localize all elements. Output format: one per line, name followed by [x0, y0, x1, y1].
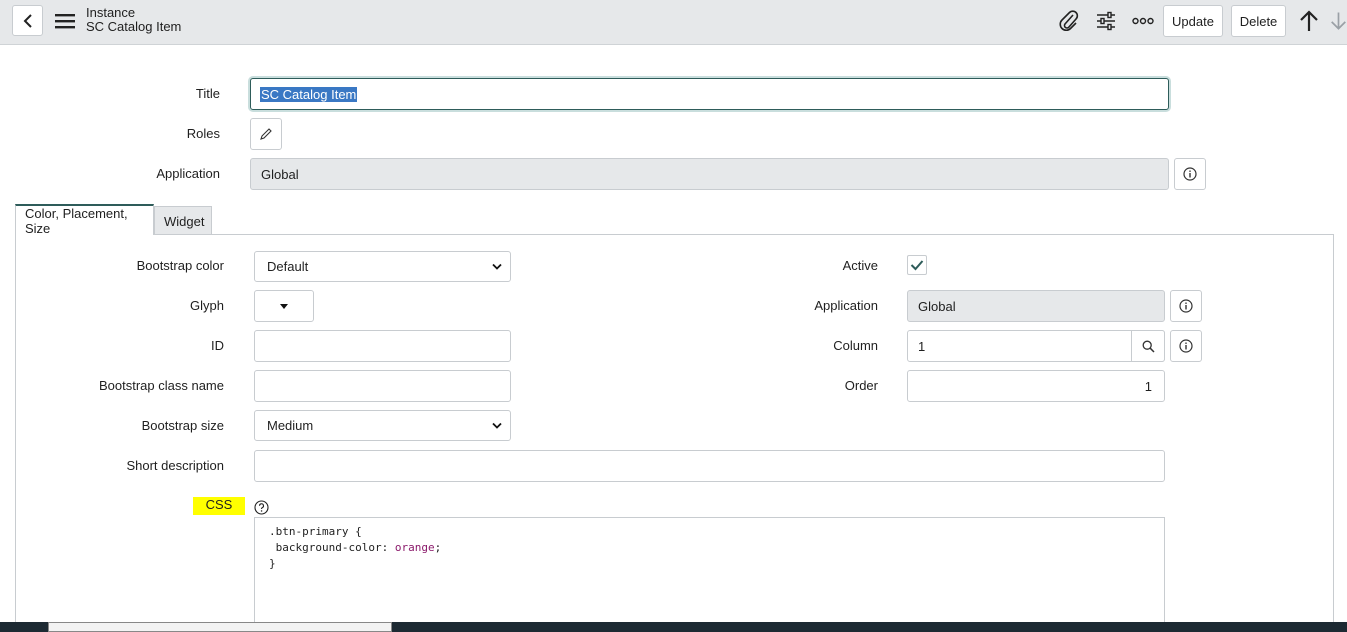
info-icon: [1179, 339, 1193, 353]
info-icon: [1179, 299, 1193, 313]
header-title-line1: Instance: [86, 5, 136, 20]
roles-edit-button[interactable]: [250, 118, 282, 150]
code-line-1: .btn-primary {: [269, 525, 362, 538]
application-info-button[interactable]: [1174, 158, 1206, 190]
help-icon[interactable]: [253, 499, 269, 515]
search-icon: [1142, 340, 1155, 353]
glyph-label: Glyph: [190, 298, 224, 313]
update-button[interactable]: Update: [1163, 5, 1223, 37]
bootstrap-color-label: Bootstrap color: [136, 258, 224, 273]
title-field[interactable]: SC Catalog Item: [250, 78, 1169, 110]
column-field[interactable]: 1: [907, 330, 1165, 362]
right-application-info-button[interactable]: [1170, 290, 1202, 322]
right-application-label: Application: [814, 298, 878, 313]
column-label: Column: [833, 338, 878, 353]
taskbar-search-box[interactable]: [48, 622, 392, 632]
bootstrap-class-field[interactable]: [254, 370, 511, 402]
tab-color-placement-size[interactable]: Color, Placement, Size: [15, 204, 154, 236]
css-code-editor[interactable]: .btn-primary { background-color: orange;…: [254, 517, 1165, 632]
code-line-3: }: [269, 557, 276, 570]
title-label: Title: [195, 86, 220, 101]
bootstrap-size-select[interactable]: Medium: [254, 410, 511, 441]
order-label: Order: [844, 378, 878, 393]
column-lookup-button[interactable]: [1131, 330, 1165, 362]
id-label: ID: [211, 338, 224, 353]
arrow-up-icon[interactable]: [1297, 9, 1321, 33]
form-header: Instance SC Catalog Item Update Delete: [0, 0, 1347, 45]
id-field[interactable]: [254, 330, 511, 362]
tab-widget[interactable]: Widget: [154, 206, 212, 235]
pencil-icon: [260, 128, 272, 140]
application-field: Global: [250, 158, 1169, 190]
active-checkbox[interactable]: [907, 255, 927, 275]
hamburger-menu-icon[interactable]: [54, 11, 76, 31]
application-label: Application: [156, 166, 220, 181]
caret-down-icon: [280, 303, 288, 309]
css-label: CSS: [193, 497, 245, 515]
chevron-down-icon: [492, 263, 502, 270]
info-icon: [1183, 167, 1197, 181]
delete-button[interactable]: Delete: [1231, 5, 1286, 37]
column-info-button[interactable]: [1170, 330, 1202, 362]
taskbar: [0, 622, 1347, 632]
more-options-icon[interactable]: [1131, 11, 1155, 31]
arrow-down-icon[interactable]: [1330, 9, 1347, 33]
back-button[interactable]: [12, 5, 43, 36]
roles-label: Roles: [186, 126, 220, 141]
right-application-field: Global: [907, 290, 1165, 322]
checkmark-icon: [910, 260, 924, 271]
bootstrap-size-label: Bootstrap size: [141, 418, 224, 433]
chevron-left-icon: [23, 13, 32, 28]
bootstrap-class-label: Bootstrap class name: [98, 378, 224, 393]
short-description-field[interactable]: [254, 450, 1165, 482]
short-description-label: Short description: [126, 458, 224, 473]
bootstrap-color-select[interactable]: Default: [254, 251, 511, 282]
chevron-down-icon: [492, 422, 502, 429]
sliders-icon[interactable]: [1095, 9, 1117, 33]
title-field-value: SC Catalog Item: [260, 86, 358, 102]
code-line-2: background-color: orange;: [269, 541, 442, 554]
glyph-picker[interactable]: [254, 290, 314, 322]
paperclip-icon[interactable]: [1058, 9, 1080, 33]
header-title-line2: SC Catalog Item: [86, 19, 182, 34]
active-label: Active: [842, 258, 878, 273]
order-field[interactable]: 1: [907, 370, 1165, 402]
